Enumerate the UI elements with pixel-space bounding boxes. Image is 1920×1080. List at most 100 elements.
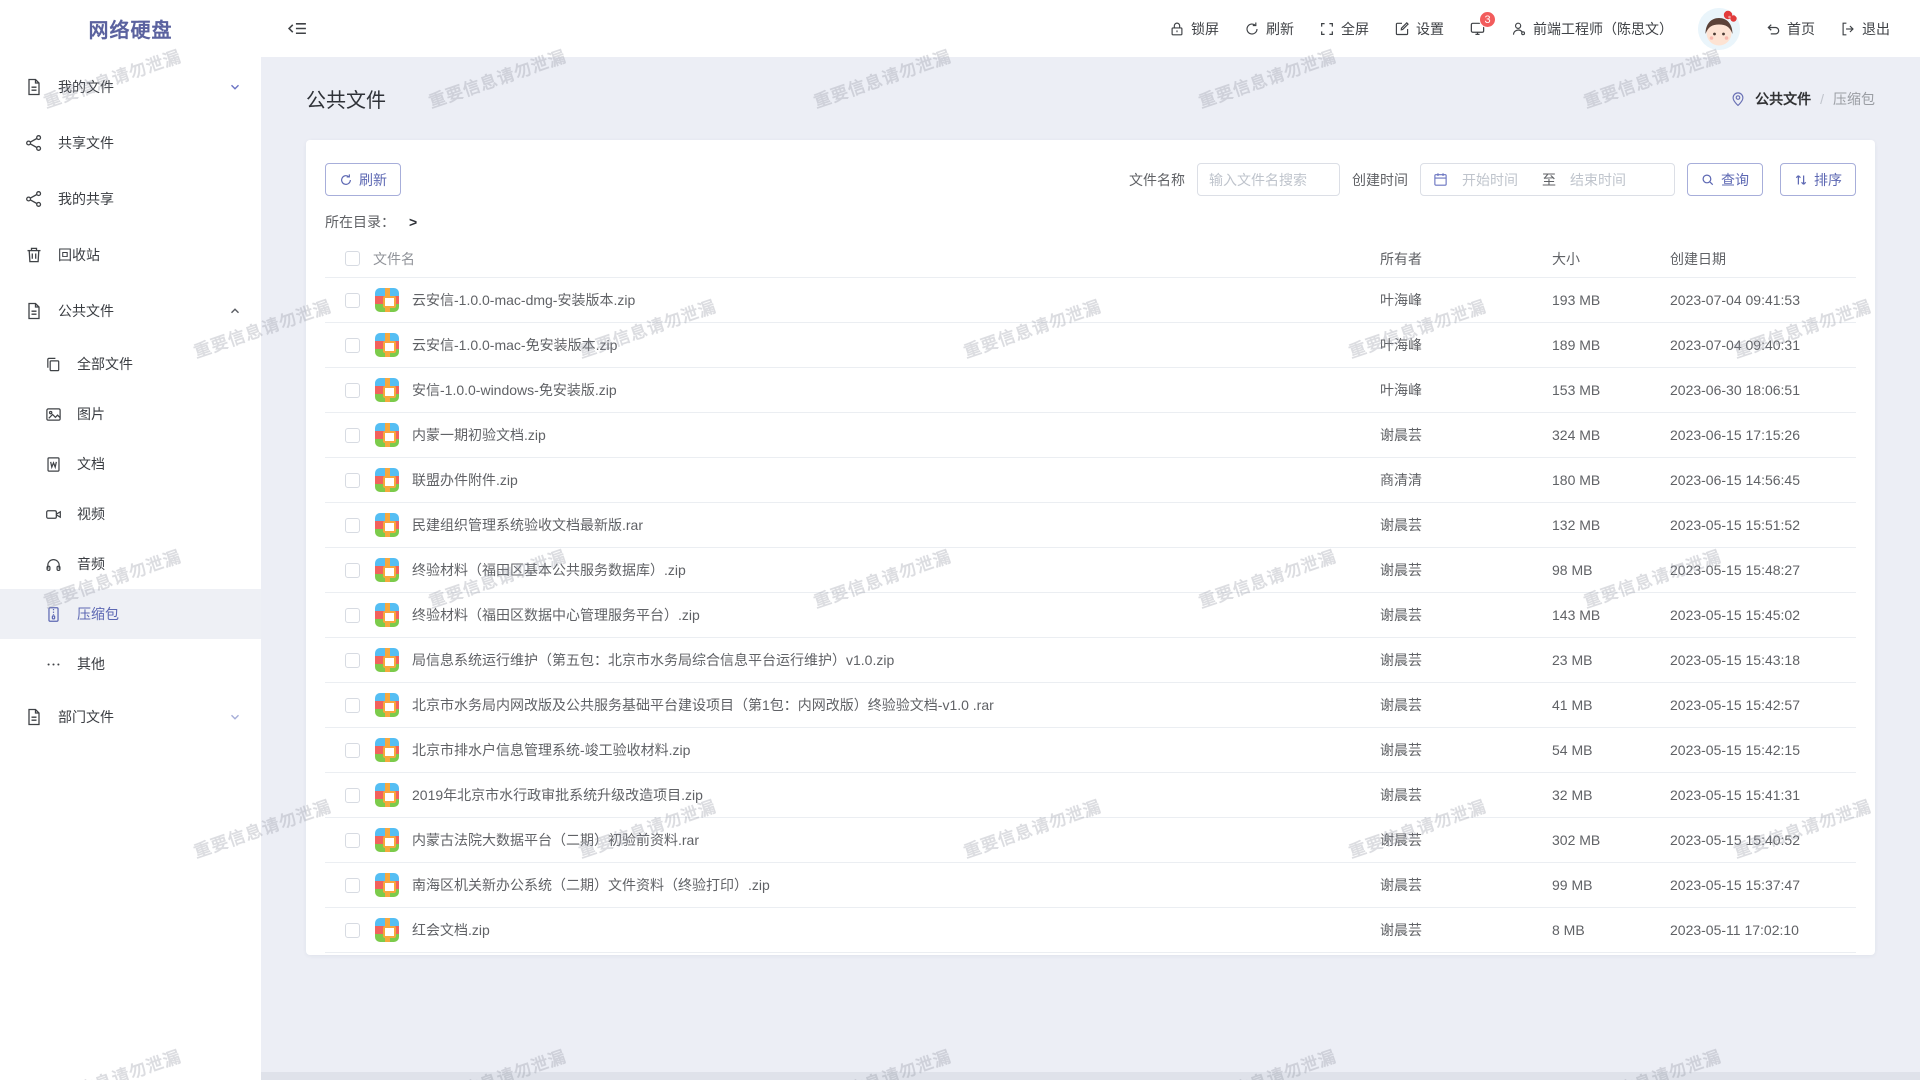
user-menu[interactable]: 前端工程师（陈思文） [1511,19,1673,39]
filename-search-input[interactable] [1197,163,1340,196]
refresh-list-label: 刷新 [359,170,387,190]
network-drive-app: 网络硬盘 我的文件 共享文件 我的共享 回收站 公共文件 [0,0,1920,1080]
settings-button[interactable]: 设置 [1394,19,1444,39]
row-checkbox[interactable] [345,698,360,713]
sort-icon [1794,173,1808,187]
logout-button[interactable]: 退出 [1840,19,1890,39]
file-name[interactable]: 云安信-1.0.0-mac-dmg-安装版本.zip [412,290,635,310]
sidebar-item-label: 全部文件 [77,354,133,374]
table-row[interactable]: 北京市排水户信息管理系统-竣工验收材料.zip 谢晨芸 54 MB 2023-0… [325,728,1856,773]
row-checkbox[interactable] [345,383,360,398]
file-name[interactable]: 终验材料（福田区数据中心管理服务平台）.zip [412,605,700,625]
page-header: 公共文件 公共文件 / 压缩包 [261,57,1920,140]
row-checkbox[interactable] [345,923,360,938]
search-button[interactable]: 查询 [1687,163,1763,196]
breadcrumb-item-public-files[interactable]: 公共文件 [1755,89,1811,109]
sidebar-item-videos[interactable]: 视频 [0,489,261,539]
sidebar-item-audio[interactable]: 音频 [0,539,261,589]
select-all-checkbox[interactable] [345,251,360,266]
sidebar-item-department-files[interactable]: 部门文件 [0,689,261,745]
table-row[interactable]: 内蒙一期初验文档.zip 谢晨芸 324 MB 2023-06-15 17:15… [325,413,1856,458]
row-checkbox[interactable] [345,653,360,668]
fullscreen-button[interactable]: 全屏 [1319,19,1369,39]
row-checkbox[interactable] [345,788,360,803]
table-row[interactable]: 云安信-1.0.0-mac-dmg-安装版本.zip 叶海峰 193 MB 20… [325,278,1856,323]
file-name[interactable]: 民建组织管理系统验收文档最新版.rar [412,515,643,535]
sidebar-item-documents[interactable]: 文档 [0,439,261,489]
column-header-filename: 文件名 [373,249,415,269]
breadcrumb: 公共文件 / 压缩包 [1730,89,1875,109]
table-row[interactable]: 民建组织管理系统验收文档最新版.rar 谢晨芸 132 MB 2023-05-1… [325,503,1856,548]
file-name[interactable]: 局信息系统运行维护（第五包：北京市水务局综合信息平台运行维护）v1.0.zip [412,650,894,670]
collapse-sidebar-icon[interactable] [287,18,308,39]
sidebar-item-all-files[interactable]: 全部文件 [0,339,261,389]
table-row[interactable]: 局信息系统运行维护（第五包：北京市水务局综合信息平台运行维护）v1.0.zip … [325,638,1856,683]
avatar[interactable] [1698,8,1740,50]
table-row[interactable]: 终验材料（福田区数据中心管理服务平台）.zip 谢晨芸 143 MB 2023-… [325,593,1856,638]
table-row[interactable]: 北京市水务局内网改版及公共服务基础平台建设项目（第1包：内网改版）终验验文档-v… [325,683,1856,728]
file-name[interactable]: 安信-1.0.0-windows-免安装版.zip [412,380,617,400]
table-row[interactable]: 南海区机关新办公系统（二期）文件资料（终验打印）.zip 谢晨芸 99 MB 2… [325,863,1856,908]
table-row[interactable]: 内蒙古法院大数据平台（二期）初验前资料.rar 谢晨芸 302 MB 2023-… [325,818,1856,863]
sidebar-item-others[interactable]: 其他 [0,639,261,689]
directory-root-arrow[interactable]: > [409,214,417,230]
start-date-placeholder[interactable]: 开始时间 [1462,170,1528,190]
sidebar-item-my-files[interactable]: 我的文件 [0,59,261,115]
sidebar-item-public-files[interactable]: 公共文件 [0,283,261,339]
row-checkbox[interactable] [345,293,360,308]
home-button[interactable]: 首页 [1765,19,1815,39]
top-header: 锁屏 刷新 全屏 设置 3 前端工程师（陈思文） [261,0,1920,57]
sidebar-item-my-shares[interactable]: 我的共享 [0,171,261,227]
file-name[interactable]: 内蒙古法院大数据平台（二期）初验前资料.rar [412,830,699,850]
file-name[interactable]: 南海区机关新办公系统（二期）文件资料（终验打印）.zip [412,875,770,895]
file-owner: 谢晨芸 [1380,875,1552,895]
logout-label: 退出 [1862,19,1890,39]
file-table-body: 云安信-1.0.0-mac-dmg-安装版本.zip 叶海峰 193 MB 20… [325,278,1856,953]
lock-screen-button[interactable]: 锁屏 [1169,19,1219,39]
table-row[interactable]: 安信-1.0.0-windows-免安装版.zip 叶海峰 153 MB 202… [325,368,1856,413]
row-checkbox[interactable] [345,473,360,488]
row-checkbox[interactable] [345,833,360,848]
row-checkbox[interactable] [345,878,360,893]
file-name[interactable]: 北京市排水户信息管理系统-竣工验收材料.zip [412,740,690,760]
row-checkbox[interactable] [345,563,360,578]
sidebar-item-archives[interactable]: 压缩包 [0,589,261,639]
home-label: 首页 [1787,19,1815,39]
row-checkbox[interactable] [345,338,360,353]
table-row[interactable]: 红会文档.zip 谢晨芸 8 MB 2023-05-11 17:02:10 [325,908,1856,953]
file-name[interactable]: 云安信-1.0.0-mac-免安装版本.zip [412,335,617,355]
file-name[interactable]: 北京市水务局内网改版及公共服务基础平台建设项目（第1包：内网改版）终验验文档-v… [412,695,994,715]
sidebar-item-recycle-bin[interactable]: 回收站 [0,227,261,283]
notifications-button[interactable]: 3 [1469,20,1486,37]
search-icon [1701,173,1715,187]
file-size: 153 MB [1552,382,1670,398]
table-row[interactable]: 联盟办件附件.zip 商清清 180 MB 2023-06-15 14:56:4… [325,458,1856,503]
chevron-down-icon [229,711,241,723]
table-row[interactable]: 终验材料（福田区基本公共服务数据库）.zip 谢晨芸 98 MB 2023-05… [325,548,1856,593]
table-row[interactable]: 2019年北京市水行政审批系统升级改造项目.zip 谢晨芸 32 MB 2023… [325,773,1856,818]
sort-button[interactable]: 排序 [1780,163,1856,196]
date-range-picker[interactable]: 开始时间 至 结束时间 [1420,163,1675,196]
file-name[interactable]: 内蒙一期初验文档.zip [412,425,546,445]
file-date: 2023-05-15 15:45:02 [1670,607,1856,623]
file-name[interactable]: 终验材料（福田区基本公共服务数据库）.zip [412,560,686,580]
share-icon [25,134,43,152]
ellipsis-icon [44,655,62,673]
table-row[interactable]: 云安信-1.0.0-mac-免安装版本.zip 叶海峰 189 MB 2023-… [325,323,1856,368]
file-name[interactable]: 2019年北京市水行政审批系统升级改造项目.zip [412,785,703,805]
file-name[interactable]: 联盟办件附件.zip [412,470,518,490]
row-checkbox[interactable] [345,428,360,443]
file-date: 2023-05-15 15:51:52 [1670,517,1856,533]
lock-screen-label: 锁屏 [1191,19,1219,39]
file-name[interactable]: 红会文档.zip [412,920,490,940]
row-checkbox[interactable] [345,518,360,533]
row-checkbox[interactable] [345,743,360,758]
row-checkbox[interactable] [345,608,360,623]
end-date-placeholder[interactable]: 结束时间 [1570,170,1636,190]
sidebar-item-images[interactable]: 图片 [0,389,261,439]
horizontal-scrollbar[interactable] [261,1072,1920,1080]
refresh-page-button[interactable]: 刷新 [1244,19,1294,39]
refresh-list-button[interactable]: 刷新 [325,163,401,196]
sidebar-item-shared-files[interactable]: 共享文件 [0,115,261,171]
sidebar: 网络硬盘 我的文件 共享文件 我的共享 回收站 公共文件 [0,0,261,1080]
